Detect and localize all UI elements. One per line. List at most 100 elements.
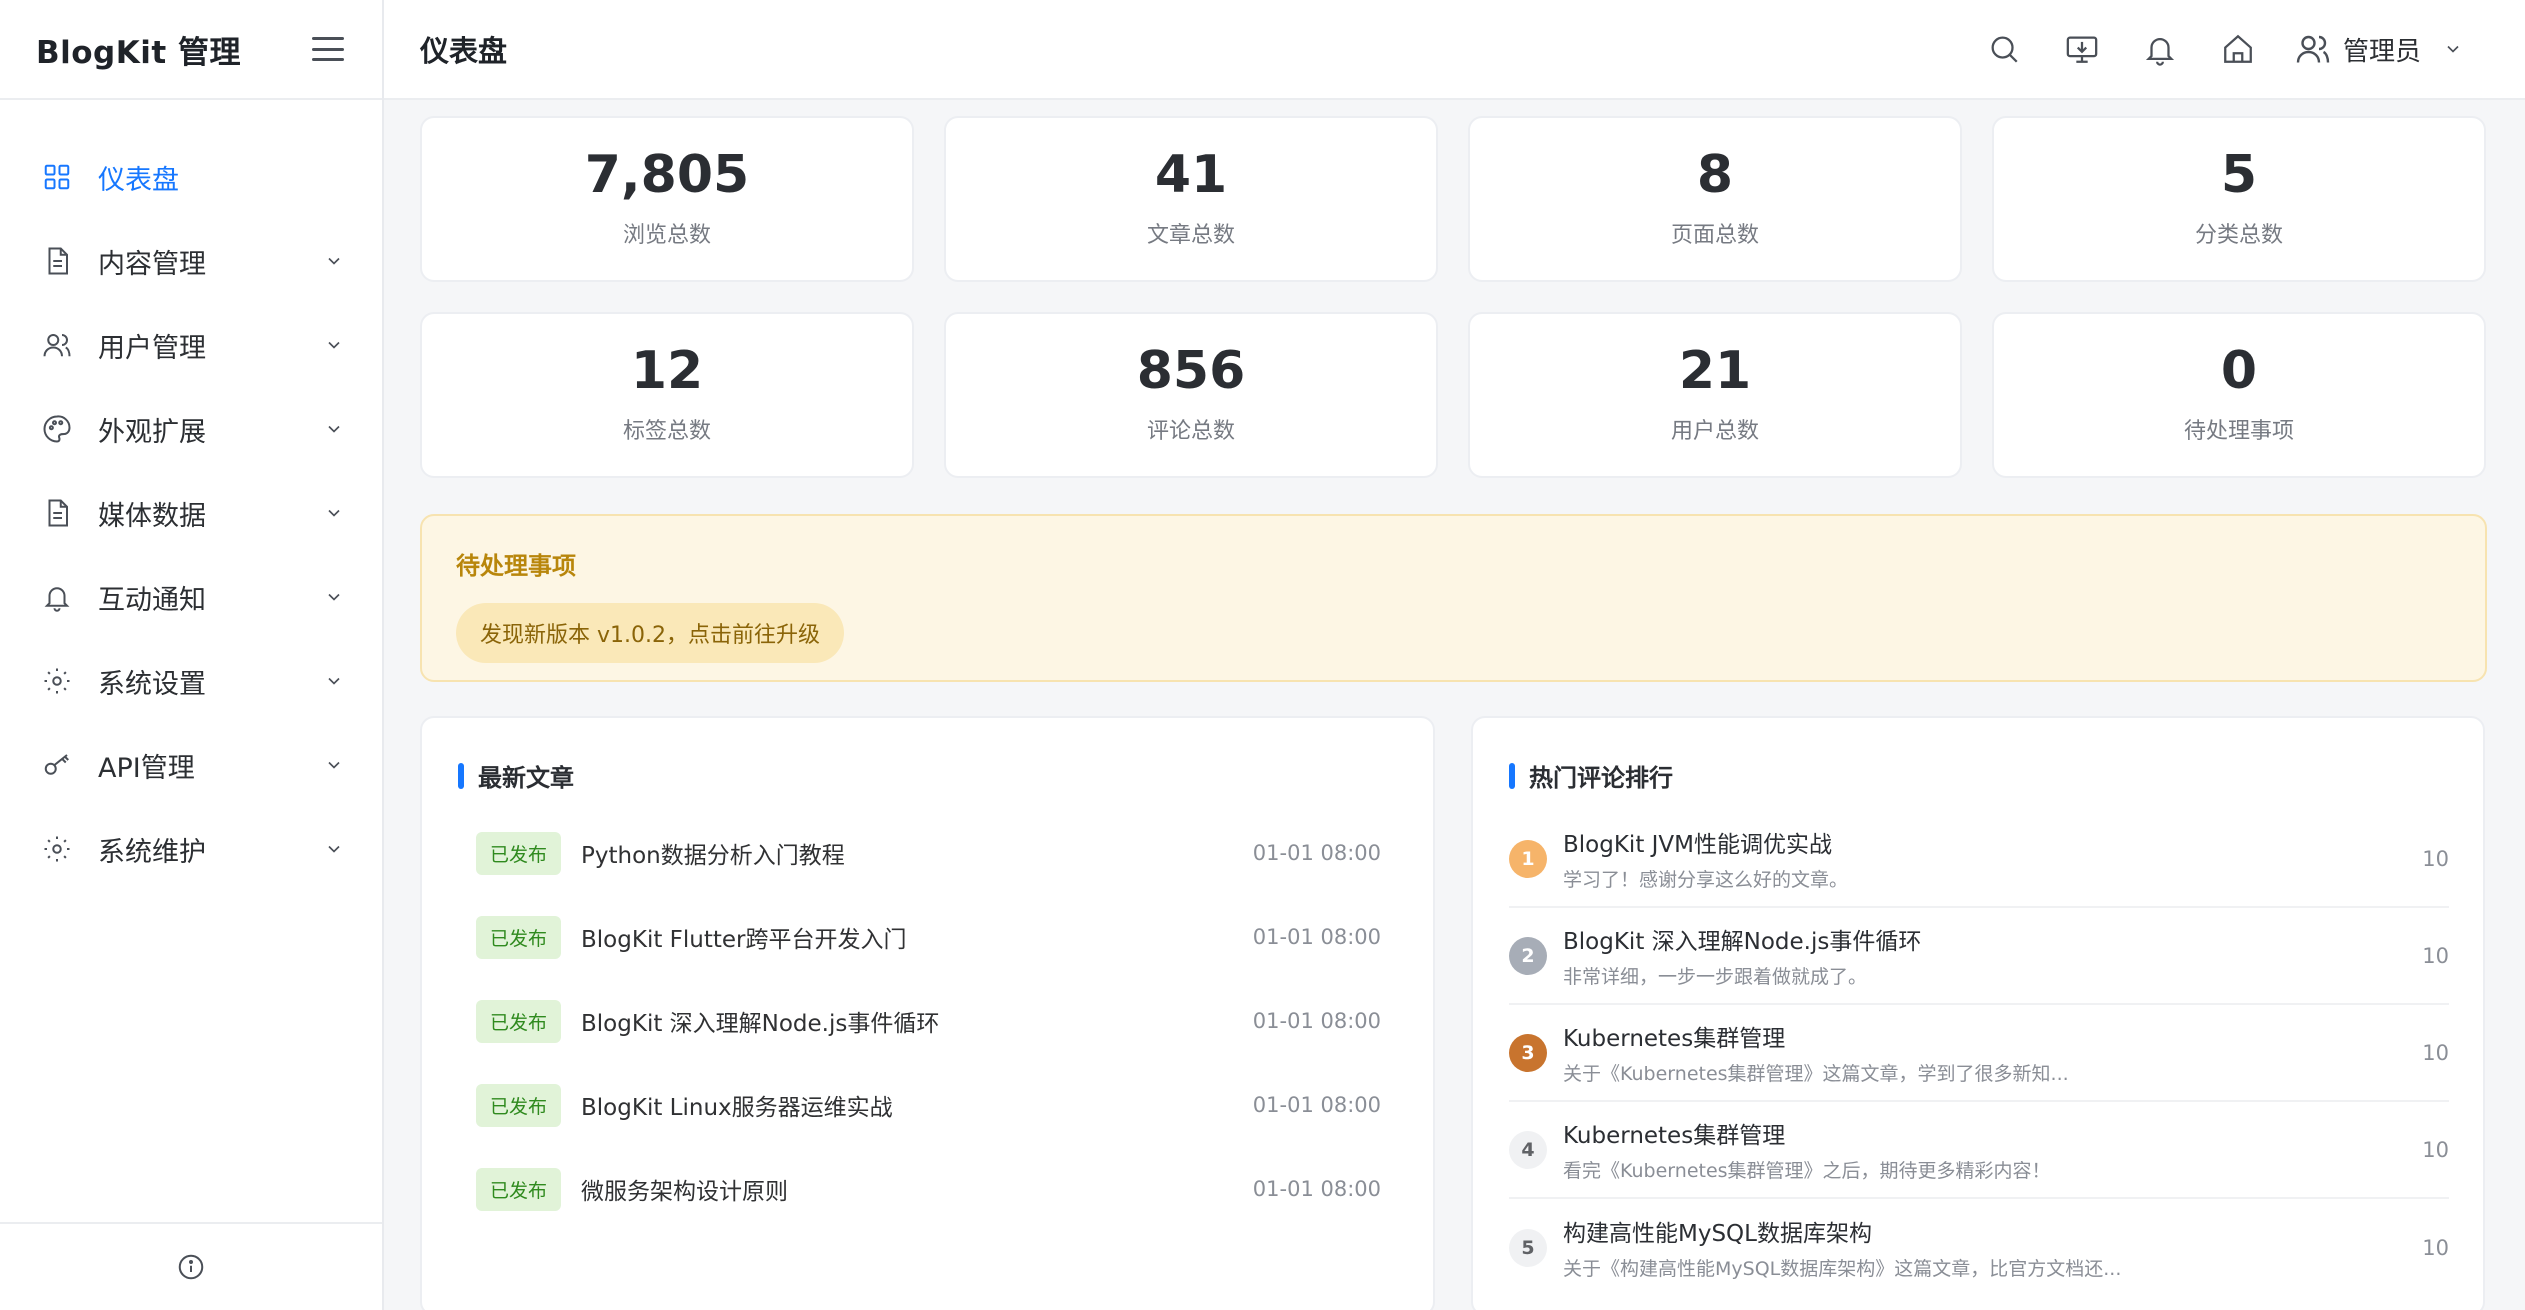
post-time: 01-01 08:00 [1252,1177,1381,1201]
settings-icon [40,664,74,698]
rank-badge: 2 [1509,936,1547,975]
sidebar-item-api[interactable]: API管理 [0,723,382,807]
hot-comments-panel: 热门评论排行 1 BlogKit JVM性能调优实战 学习了！感谢分享这么好的文章… [1471,716,2485,1310]
status-badge: 已发布 [476,1167,562,1211]
sidebar-nav: 仪表盘 内容管理 用户管理 外观扩展 媒体数据 互动通知 系统设置 API管理 … [0,100,382,891]
stat-label: 待处理事项 [2183,419,2294,444]
status-badge: 已发布 [476,999,562,1043]
stat-label: 用户总数 [1670,419,1759,444]
rank-title: Kubernetes集群管理 [1563,1026,1786,1052]
list-item[interactable]: 已发布 BlogKit Flutter跨平台开发入门 01-01 08:00 [458,895,1399,979]
sidebar-item-label: 系统设置 [98,668,206,700]
rank-desc: 看完《Kubernetes集群管理》之后，期待更多精彩内容！ [1563,1160,2051,1182]
chevron-down-icon [328,341,340,349]
sidebar-item-label: 系统维护 [98,836,206,868]
chevron-down-icon [2447,45,2459,53]
sidebar-item-label: 内容管理 [98,248,206,280]
search-icon[interactable] [1983,28,2025,70]
stat-value: 12 [630,341,704,401]
comment-count: 10 [2422,1235,2449,1260]
page-title: 仪表盘 [420,34,508,68]
latest-posts-panel: 最新文章 已发布 Python数据分析入门教程 01-01 08:00 已发布 Blo… [420,716,1435,1310]
sidebar-item-label: API管理 [98,752,195,784]
rank-desc: 学习了！感谢分享这么好的文章。 [1563,869,1849,891]
stat-card: 8 页面总数 [1468,116,1962,282]
upgrade-notice-tag[interactable]: 发现新版本 v1.0.2，点击前往升级 [456,603,844,663]
menu-toggle-icon[interactable] [312,37,344,61]
post-title: BlogKit 深入理解Node.js事件循环 [581,1011,940,1037]
pending-title: 待处理事项 [456,552,576,580]
ranking-row[interactable]: 3 Kubernetes集群管理关于《Kubernetes集群管理》这篇文章，学… [1509,1005,2449,1102]
sidebar-item-media[interactable]: 媒体数据 [0,471,382,555]
sidebar-item-dashboard[interactable]: 仪表盘 [0,135,382,219]
sidebar-item-label: 仪表盘 [98,164,179,196]
list-item[interactable]: 已发布 BlogKit Linux服务器运维实战 01-01 08:00 [458,1063,1399,1147]
stat-card: 41 文章总数 [944,116,1438,282]
stat-label: 评论总数 [1146,419,1235,444]
chevron-down-icon [328,761,340,769]
stat-value: 8 [1696,145,1734,205]
stat-value: 0 [2220,341,2258,401]
ranking-row[interactable]: 2 BlogKit 深入理解Node.js事件循环非常详细，一步一步跟着做就成了… [1509,908,2449,1005]
info-icon[interactable] [176,1252,206,1282]
sidebar-item-label: 互动通知 [98,584,206,616]
rank-badge: 1 [1509,839,1547,878]
header-actions: 管理员 [1947,28,2489,70]
rank-badge: 5 [1509,1228,1547,1267]
bell-icon[interactable] [2139,28,2181,70]
document-icon [40,244,74,278]
sidebar-item-notifications[interactable]: 互动通知 [0,555,382,639]
stat-card: 5 分类总数 [1992,116,2486,282]
ranking-row[interactable]: 4 Kubernetes集群管理 看完《Kubernetes集群管理》之后，期待更… [1509,1102,2449,1199]
user-name: 管理员 [2342,36,2421,67]
ranking-row[interactable]: 1 BlogKit JVM性能调优实战 学习了！感谢分享这么好的文章。 10 [1509,811,2449,908]
sidebar-item-label: 用户管理 [98,332,206,364]
stat-label: 标签总数 [622,419,711,444]
rank-desc: 非常详细，一步一步跟着做就成了。 [1563,966,1868,988]
list-item[interactable]: 已发布 Python数据分析入门教程 01-01 08:00 [458,811,1399,895]
stat-value: 5 [2220,145,2258,205]
chevron-down-icon [328,509,340,517]
stat-card: 12 标签总数 [420,312,914,478]
rank-body: Kubernetes集群管理 看完《Kubernetes集群管理》之后，期待更多精… [1563,1116,2422,1183]
monitor-icon[interactable] [2061,28,2103,70]
post-time: 01-01 08:00 [1252,1009,1381,1033]
users-icon [40,328,74,362]
palette-icon [40,412,74,446]
chevron-down-icon [328,425,340,433]
sidebar-item-users[interactable]: 用户管理 [0,303,382,387]
rank-desc: 关于《Kubernetes集群管理》这篇文章，学到了很多新知... [1563,1063,2069,1085]
comment-count: 10 [2422,943,2449,968]
comment-count: 10 [2422,1137,2449,1162]
stat-value: 21 [1678,341,1752,401]
rank-body: BlogKit JVM性能调优实战 学习了！感谢分享这么好的文章。 [1563,825,2422,892]
stat-label: 页面总数 [1670,223,1759,248]
post-time: 01-01 08:00 [1252,925,1381,949]
status-badge: 已发布 [476,831,562,875]
panels-row: 最新文章 已发布 Python数据分析入门教程 01-01 08:00 已发布 Blo… [420,716,2485,1310]
user-icon [2296,35,2330,63]
stat-value: 7,805 [584,145,750,205]
post-title: 微服务架构设计原则 [581,1179,789,1205]
rank-desc: 关于《构建高性能MySQL数据库架构》这篇文章，比官方文档还... [1563,1258,2122,1280]
post-title: Python数据分析入门教程 [581,843,845,869]
sidebar-item-appearance[interactable]: 外观扩展 [0,387,382,471]
sidebar-item-maintenance[interactable]: 系统维护 [0,807,382,891]
panel-title-text: 热门评论排行 [1529,764,1673,792]
rank-badge: 3 [1509,1033,1547,1072]
list-item[interactable]: 已发布 微服务架构设计原则 01-01 08:00 [458,1147,1399,1231]
chevron-down-icon [328,257,340,265]
ranking-row[interactable]: 5 构建高性能MySQL数据库架构 关于《构建高性能MySQL数据库架构》这篇文章… [1509,1199,2449,1296]
user-menu[interactable]: 管理员 [2295,31,2463,68]
file-icon [40,496,74,530]
chevron-down-icon [328,593,340,601]
home-icon[interactable] [2217,28,2259,70]
title-accent-bar [1509,762,1515,789]
list-item[interactable]: 已发布 BlogKit 深入理解Node.js事件循环 01-01 08:00 [458,979,1399,1063]
top-header: 仪表盘 管理员 [384,0,2525,100]
rank-title: BlogKit 深入理解Node.js事件循环 [1563,929,1922,955]
sidebar-item-content[interactable]: 内容管理 [0,219,382,303]
sidebar-item-settings[interactable]: 系统设置 [0,639,382,723]
panel-title-text: 最新文章 [478,764,574,792]
stat-card: 7,805 浏览总数 [420,116,914,282]
